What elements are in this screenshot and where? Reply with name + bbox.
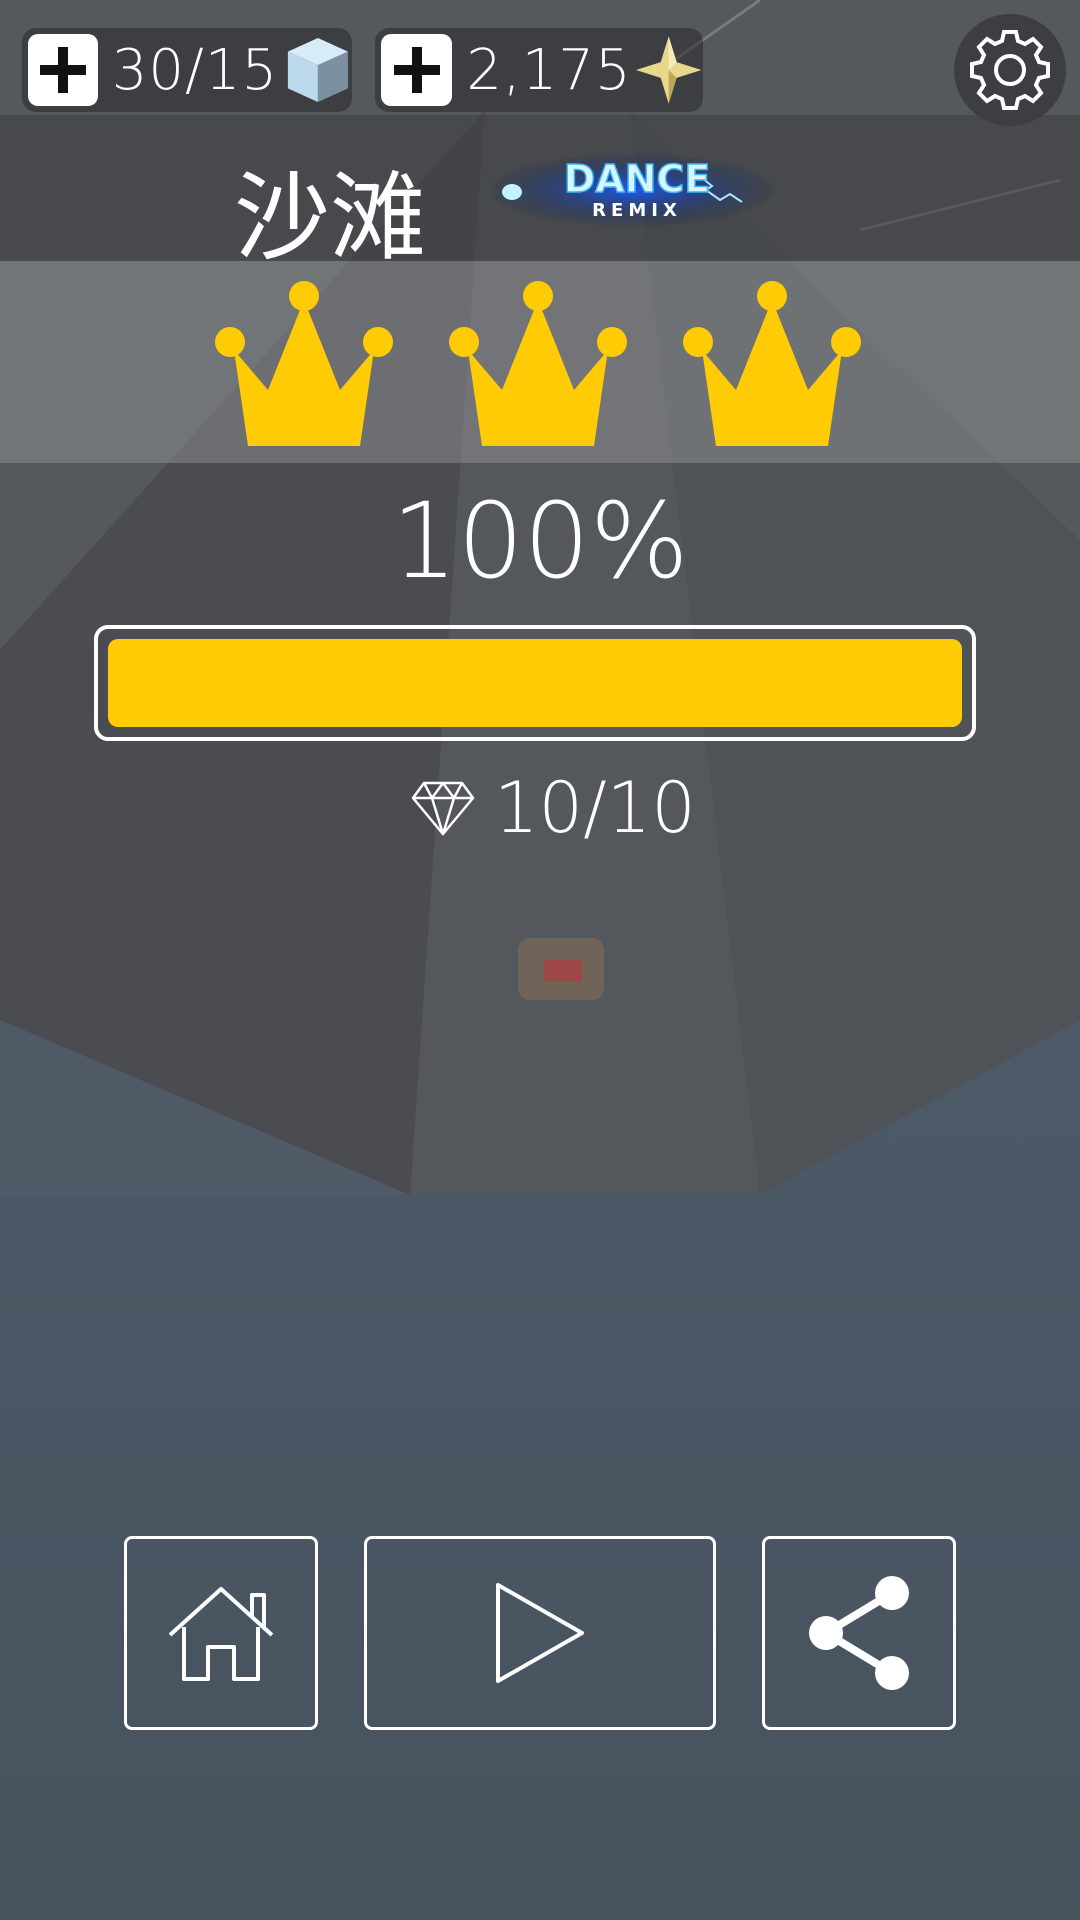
settings-button[interactable] [954, 14, 1066, 126]
level-title: 沙滩 [234, 162, 426, 274]
crown-icon [215, 281, 393, 446]
plus-icon [39, 47, 86, 93]
share-button[interactable] [762, 1536, 956, 1730]
gear-icon [970, 30, 1050, 110]
stars-counter: 2,175 [375, 28, 703, 112]
cubes-counter: 30/15 [22, 28, 352, 112]
stars-value: 2,175 [466, 37, 632, 103]
dance-remix-logo: DANCE REMIX [492, 154, 774, 226]
crown-icon [683, 281, 861, 446]
star-icon [635, 36, 702, 104]
play-button[interactable] [364, 1536, 716, 1730]
completion-percent: 100% [391, 480, 689, 602]
cubes-value: 30/15 [111, 37, 279, 103]
cube-icon [288, 38, 349, 102]
logo-subtitle: REMIX [592, 200, 682, 221]
home-icon [168, 1587, 274, 1681]
progress-bar [94, 625, 976, 741]
add-cubes-button[interactable] [28, 34, 98, 106]
play-icon [496, 1583, 584, 1683]
gems-collected: 10/10 [410, 767, 696, 849]
home-button[interactable] [124, 1536, 318, 1730]
crown-icon [449, 281, 627, 446]
share-icon [809, 1576, 909, 1690]
boat-object [518, 938, 604, 1000]
diamond-icon [411, 781, 475, 836]
progress-bar-fill [108, 639, 962, 727]
add-stars-button[interactable] [381, 34, 453, 106]
plus-icon [393, 47, 440, 93]
logo-title: DANCE [564, 157, 711, 201]
gems-value: 10/10 [494, 767, 696, 849]
